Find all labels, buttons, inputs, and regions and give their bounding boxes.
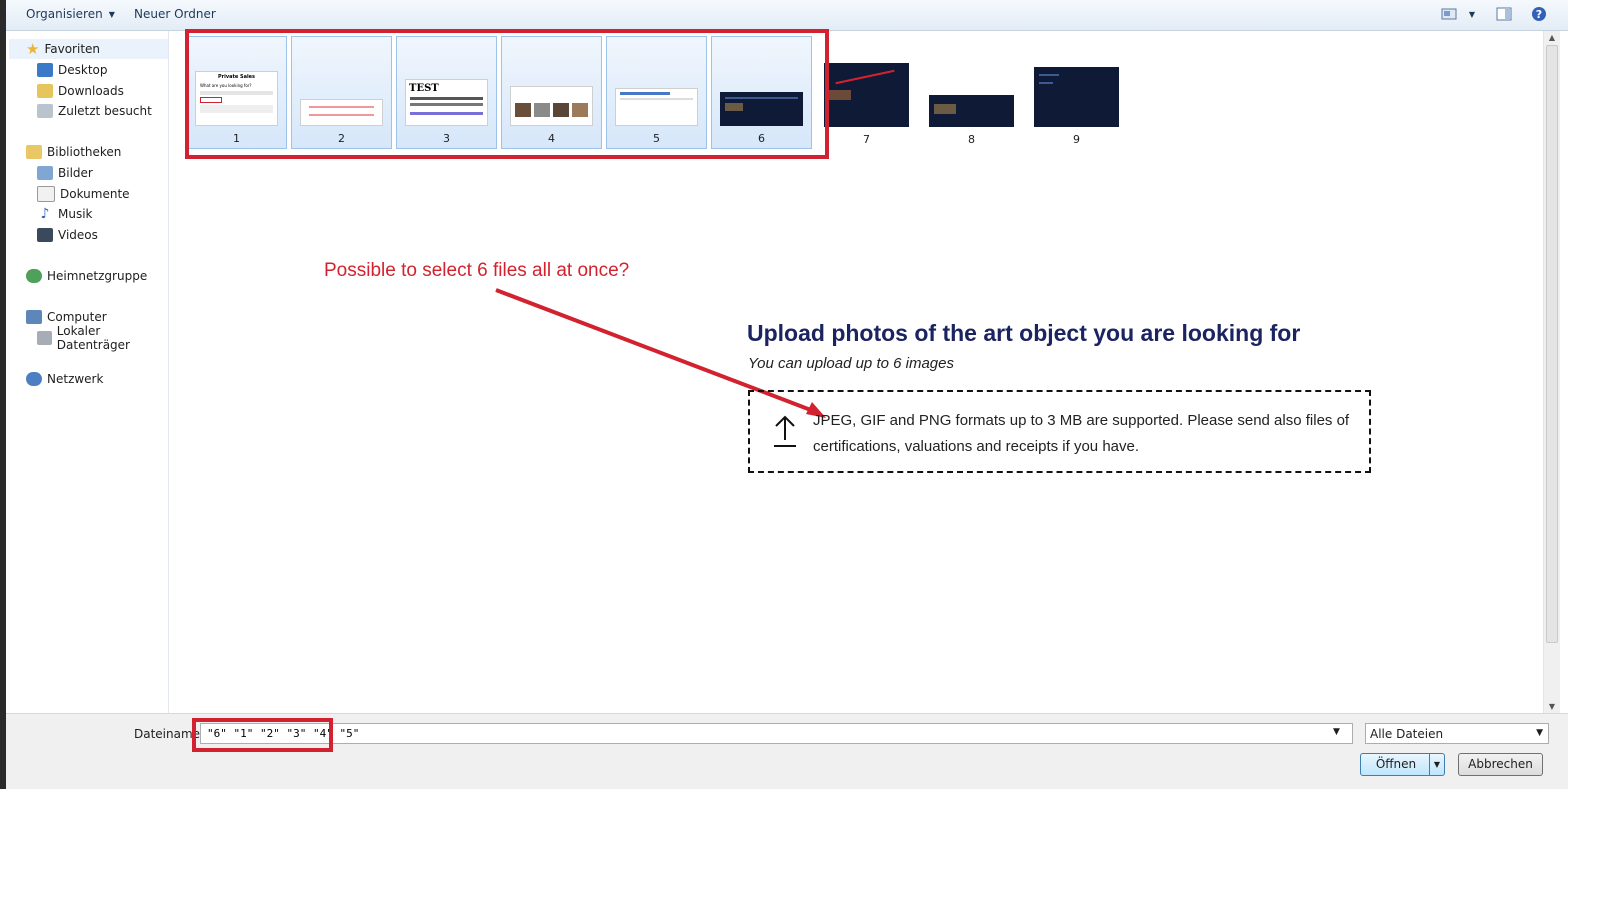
cancel-button[interactable]: Abbrechen [1458, 753, 1543, 776]
filetype-select[interactable]: Alle Dateien ▼ [1365, 723, 1549, 744]
filename-highlight-box [192, 718, 333, 752]
open-label: Öffnen [1375, 757, 1417, 771]
vertical-scrollbar[interactable]: ▲ ▼ [1543, 31, 1560, 714]
scrollbar-thumb[interactable] [1546, 45, 1558, 643]
dialog-footer: Dateiname: "6" "1" "2" "3" "4" "5" ▼ All… [6, 713, 1568, 789]
filename-input[interactable]: "6" "1" "2" "3" "4" "5" [200, 723, 1353, 744]
open-dropdown-icon[interactable]: ▼ [1429, 754, 1444, 775]
upload-title: Upload photos of the art object you are … [747, 320, 1301, 346]
scroll-up-icon[interactable]: ▲ [1544, 31, 1560, 45]
dropzone-text: JPEG, GIF and PNG formats up to 3 MB are… [813, 412, 1350, 455]
cancel-label: Abbrechen [1468, 757, 1533, 771]
upload-dropzone[interactable]: JPEG, GIF and PNG formats up to 3 MB are… [748, 390, 1371, 473]
scroll-down-icon[interactable]: ▼ [1544, 700, 1560, 714]
file-open-dialog: Organisieren ▼ Neuer Ordner ▼ ? ★ Favori… [0, 0, 1568, 789]
chevron-down-icon: ▼ [1536, 728, 1543, 738]
upload-subtitle: You can upload up to 6 images [748, 355, 954, 372]
upload-arrow-icon [772, 414, 798, 452]
open-button[interactable]: Öffnen ▼ [1360, 753, 1445, 776]
filetype-value: Alle Dateien [1370, 727, 1444, 741]
filename-dropdown-icon[interactable]: ▼ [1333, 727, 1340, 737]
